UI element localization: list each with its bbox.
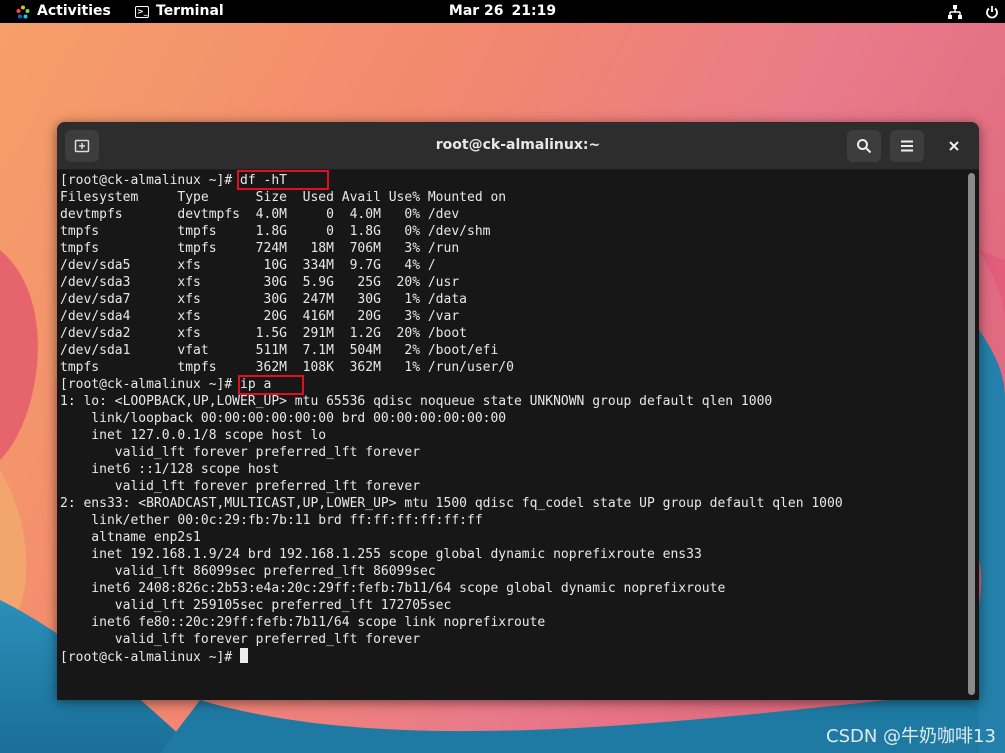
activities-label: Activities [37,3,111,19]
terminal-text: [root@ck-almalinux ~]# df -hT Filesystem … [60,172,843,665]
activities-button[interactable]: Activities [16,0,111,23]
search-button[interactable] [847,130,881,162]
clock-date[interactable]: Mar 26 [449,0,504,23]
terminal-line: [root@ck-almalinux ~]# df -hT [60,172,843,189]
terminal-line: tmpfs tmpfs 724M 18M 706M 3% /run [60,240,843,257]
terminal-line: valid_lft forever preferred_lft forever [60,631,843,648]
power-icon[interactable] [985,0,999,23]
terminal-line-text: inet6 2408:826c:2b53:e4a:20c:29ff:fefb:7… [60,581,726,596]
terminal-line: tmpfs tmpfs 362M 108K 362M 1% /run/user/… [60,359,843,376]
menu-button[interactable] [890,130,924,162]
terminal-line-text: inet6 ::1/128 scope host [60,462,280,477]
terminal-icon: >_ [135,5,149,18]
search-icon [857,139,872,154]
app-menu-label: Terminal [156,3,224,19]
terminal-line-text: tmpfs tmpfs 1.8G 0 1.8G 0% /dev/shm [60,224,491,239]
terminal-cursor [240,648,249,663]
terminal-line-text: devtmpfs devtmpfs 4.0M 0 4.0M 0% /dev [60,207,460,222]
terminal-line-text: /dev/sda3 xfs 30G 5.9G 25G 20% /usr [60,275,460,290]
terminal-line: valid_lft 86099sec preferred_lft 86099se… [60,563,843,580]
terminal-line-text: inet6 fe80::20c:29ff:fefb:7b11/64 scope … [60,615,546,630]
terminal-line: valid_lft forever preferred_lft forever [60,478,843,495]
terminal-line: valid_lft 259105sec preferred_lft 172705… [60,597,843,614]
terminal-line: /dev/sda7 xfs 30G 247M 30G 1% /data [60,291,843,308]
almalinux-logo-icon [16,5,30,18]
terminal-line-text: tmpfs tmpfs 724M 18M 706M 3% /run [60,241,460,256]
highlight-df-command [237,170,329,190]
terminal-line-text: /dev/sda7 xfs 30G 247M 30G 1% /data [60,292,467,307]
terminal-line-text: Filesystem Type Size Used Avail Use% Mou… [60,190,507,205]
network-wired-icon[interactable] [947,0,963,23]
new-tab-icon [74,139,90,153]
terminal-line-text: valid_lft 86099sec preferred_lft 86099se… [60,564,436,579]
window-headerbar[interactable]: root@ck-almalinux:~ [57,122,979,170]
terminal-line: inet 192.168.1.9/24 brd 192.168.1.255 sc… [60,546,843,563]
new-tab-button[interactable] [65,130,99,162]
terminal-line-text: tmpfs tmpfs 362M 108K 362M 1% /run/user/… [60,360,514,375]
terminal-line-text: valid_lft forever preferred_lft forever [60,479,421,494]
terminal-line: inet 127.0.0.1/8 scope host lo [60,427,843,444]
terminal-line-text: valid_lft 259105sec preferred_lft 172705… [60,598,452,613]
terminal-line: /dev/sda3 xfs 30G 5.9G 25G 20% /usr [60,274,843,291]
terminal-scrollbar[interactable] [963,170,979,700]
terminal-line: inet6 ::1/128 scope host [60,461,843,478]
terminal-line-text: /dev/sda5 xfs 10G 334M 9.7G 4% / [60,258,436,273]
terminal-line: link/ether 00:0c:29:fb:7b:11 brd ff:ff:f… [60,512,843,529]
terminal-output[interactable]: [root@ck-almalinux ~]# df -hT Filesystem … [57,170,963,700]
watermark: CSDN @牛奶咖啡13 [826,726,996,747]
top-bar: Activities >_ Terminal Mar 26 21:19 [0,0,1005,23]
terminal-line: /dev/sda1 vfat 511M 7.1M 504M 2% /boot/e… [60,342,843,359]
hamburger-menu-icon [901,140,913,152]
window-title: root@ck-almalinux:~ [435,137,601,153]
terminal-line: /dev/sda2 xfs 1.5G 291M 1.2G 20% /boot [60,325,843,342]
terminal-line-text: 1: lo: <LOOPBACK,UP,LOWER_UP> mtu 65536 … [60,394,773,409]
terminal-line-text: 2: ens33: <BROADCAST,MULTICAST,UP,LOWER_… [60,496,843,511]
terminal-line: tmpfs tmpfs 1.8G 0 1.8G 0% /dev/shm [60,223,843,240]
terminal-line: 1: lo: <LOOPBACK,UP,LOWER_UP> mtu 65536 … [60,393,843,410]
terminal-line-text: inet 192.168.1.9/24 brd 192.168.1.255 sc… [60,547,702,562]
highlight-ip-command [238,375,304,395]
app-menu-terminal[interactable]: >_ Terminal [135,0,224,23]
terminal-line: valid_lft forever preferred_lft forever [60,444,843,461]
terminal-line-text: /dev/sda1 vfat 511M 7.1M 504M 2% /boot/e… [60,343,499,358]
terminal-line: link/loopback 00:00:00:00:00:00 brd 00:0… [60,410,843,427]
terminal-line-text: inet 127.0.0.1/8 scope host lo [60,428,327,443]
scrollbar-thumb[interactable] [968,173,975,695]
terminal-line-text: /dev/sda2 xfs 1.5G 291M 1.2G 20% /boot [60,326,467,341]
terminal-line: altname enp2s1 [60,529,843,546]
close-window-button[interactable] [937,130,971,162]
terminal-line-text: altname enp2s1 [60,530,201,545]
terminal-line-text: [root@ck-almalinux ~]# [60,650,241,665]
terminal-window[interactable]: root@ck-almalinux:~ [root@ck-almalinux ~… [57,122,979,700]
terminal-line-text: link/loopback 00:00:00:00:00:00 brd 00:0… [60,411,507,426]
terminal-line-text: valid_lft forever preferred_lft forever [60,632,421,647]
terminal-line: 2: ens33: <BROADCAST,MULTICAST,UP,LOWER_… [60,495,843,512]
terminal-line: inet6 2408:826c:2b53:e4a:20c:29ff:fefb:7… [60,580,843,597]
terminal-line-text: valid_lft forever preferred_lft forever [60,445,421,460]
terminal-line: [root@ck-almalinux ~]# [60,648,843,665]
terminal-line: [root@ck-almalinux ~]# ip a [60,376,843,393]
close-icon [949,141,959,151]
terminal-line-text: link/ether 00:0c:29:fb:7b:11 brd ff:ff:f… [60,513,483,528]
terminal-line: inet6 fe80::20c:29ff:fefb:7b11/64 scope … [60,614,843,631]
terminal-line: devtmpfs devtmpfs 4.0M 0 4.0M 0% /dev [60,206,843,223]
terminal-line: /dev/sda5 xfs 10G 334M 9.7G 4% / [60,257,843,274]
terminal-line-text: /dev/sda4 xfs 20G 416M 20G 3% /var [60,309,460,324]
terminal-line: Filesystem Type Size Used Avail Use% Mou… [60,189,843,206]
terminal-line: /dev/sda4 xfs 20G 416M 20G 3% /var [60,308,843,325]
clock-time[interactable]: 21:19 [512,0,557,23]
